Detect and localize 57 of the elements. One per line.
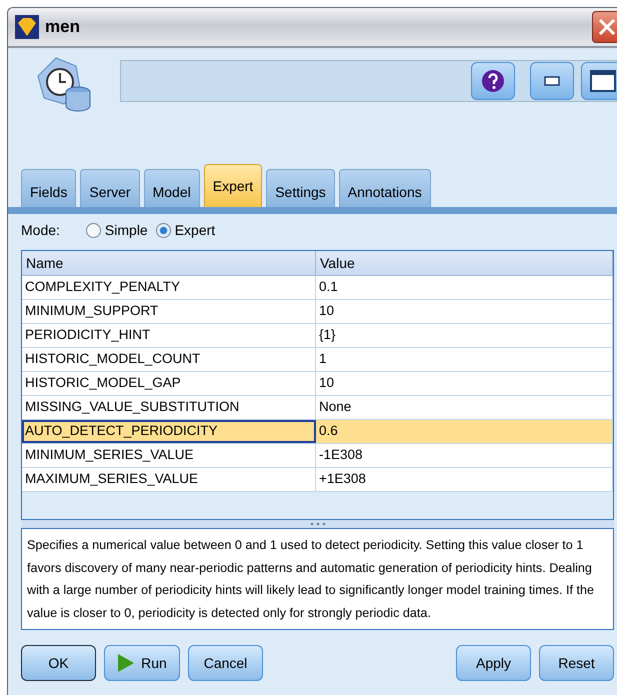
tab[interactable]: Settings xyxy=(266,169,335,207)
tab[interactable]: Expert xyxy=(204,164,262,207)
mode-label: Mode: xyxy=(21,222,60,238)
column-header[interactable]: Value xyxy=(316,251,613,275)
maximize-button[interactable] xyxy=(581,62,617,100)
diamond-icon xyxy=(15,15,39,39)
description-text: Specifies a numerical value between 0 and 1 used to detect periodicity. Setting this value closer to 1 favors discovery of many near-periodic patterns and automatic generation of periodicity hints. Dealing with a large number of periodicity hints will likely lead to significantly longer model training times. If the value is closer to 0, periodicity is detected only for strongly periodic data. xyxy=(21,528,614,630)
table-row[interactable]: HISTORIC_MODEL_GAP 10 xyxy=(22,372,613,396)
table-cell: {1} xyxy=(316,324,613,347)
table-cell: MINIMUM_SUPPORT xyxy=(22,300,316,323)
table-row[interactable]: HISTORIC_MODEL_COUNT 1 xyxy=(22,348,613,372)
dialog-button[interactable]: Reset xyxy=(539,645,614,681)
table-cell: COMPLEXITY_PENALTY xyxy=(22,276,316,299)
tab[interactable]: Model xyxy=(144,169,200,207)
table-cell: None xyxy=(316,396,613,419)
tab[interactable]: Server xyxy=(80,169,140,207)
run-button[interactable]: Run xyxy=(104,645,180,681)
close-icon xyxy=(598,18,616,36)
help-button[interactable] xyxy=(471,62,515,100)
table-cell: +1E308 xyxy=(316,468,613,491)
minimize-button[interactable] xyxy=(530,62,574,100)
table-cell: 10 xyxy=(316,372,613,395)
close-button[interactable] xyxy=(592,11,617,43)
tab[interactable]: Annotations xyxy=(338,169,431,207)
node-name-field[interactable] xyxy=(120,60,617,102)
table-row[interactable]: MINIMUM_SERIES_VALUE -1E308 xyxy=(22,444,613,468)
table-cell: HISTORIC_MODEL_COUNT xyxy=(22,348,316,371)
table-row[interactable]: MAXIMUM_SERIES_VALUE +1E308 xyxy=(22,468,613,492)
tab[interactable]: Fields xyxy=(21,169,76,207)
window-title: men xyxy=(45,17,81,37)
dialog-button[interactable]: Cancel xyxy=(188,645,263,681)
table-row[interactable]: COMPLEXITY_PENALTY 0.1 xyxy=(22,276,613,300)
table-cell: PERIODICITY_HINT xyxy=(22,324,316,347)
minimize-icon xyxy=(544,76,560,86)
table-cell: HISTORIC_MODEL_GAP xyxy=(22,372,316,395)
table-row[interactable]: MINIMUM_SUPPORT 10 xyxy=(22,300,613,324)
mode-radio[interactable]: Expert xyxy=(154,222,218,238)
dialog-button[interactable]: Apply xyxy=(456,645,531,681)
table-cell: -1E308 xyxy=(316,444,613,467)
table-cell: MAXIMUM_SERIES_VALUE xyxy=(22,468,316,491)
splitter-grip-icon xyxy=(308,522,326,526)
table-cell: 0.6 xyxy=(316,420,613,443)
table-cell: AUTO_DETECT_PERIODICITY xyxy=(22,420,316,443)
table-cell: 10 xyxy=(316,300,613,323)
play-icon xyxy=(117,653,136,673)
table-cell: 0.1 xyxy=(316,276,613,299)
ok-button[interactable]: OK xyxy=(21,645,96,681)
table-row[interactable]: MISSING_VALUE_SUBSTITUTION None xyxy=(22,396,613,420)
table-row[interactable]: PERIODICITY_HINT {1} xyxy=(22,324,613,348)
mode-radio[interactable]: Simple xyxy=(84,222,150,238)
table-cell: 1 xyxy=(316,348,613,371)
help-icon xyxy=(481,69,505,93)
table-cell: MISSING_VALUE_SUBSTITUTION xyxy=(22,396,316,419)
table-row[interactable]: AUTO_DETECT_PERIODICITY 0.6 xyxy=(22,420,613,444)
maximize-icon xyxy=(590,70,616,92)
table-cell: MINIMUM_SERIES_VALUE xyxy=(22,444,316,467)
column-header[interactable]: Name xyxy=(22,251,316,275)
